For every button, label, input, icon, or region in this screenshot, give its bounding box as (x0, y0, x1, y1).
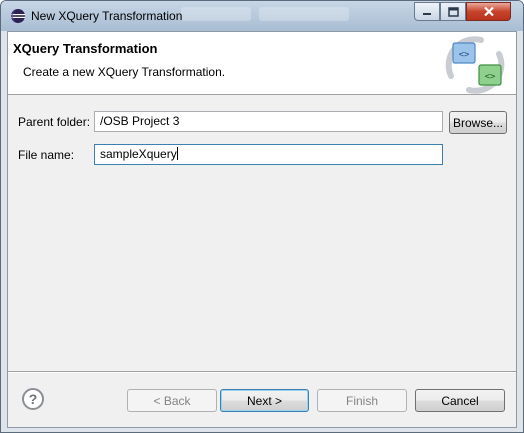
parent-folder-input[interactable]: /OSB Project 3 (94, 111, 443, 132)
back-button[interactable]: < Back (127, 389, 217, 412)
file-name-value: sampleXquery (100, 147, 177, 161)
xquery-transform-icon: <> <> (445, 36, 505, 94)
banner-description: Create a new XQuery Transformation. (23, 65, 226, 79)
title-bar[interactable]: New XQuery Transformation (1, 1, 523, 31)
banner-title: XQuery Transformation (13, 41, 158, 56)
minimize-button[interactable] (414, 2, 440, 21)
dialog-content: XQuery Transformation Create a new XQuer… (7, 31, 517, 428)
wizard-banner: XQuery Transformation Create a new XQuer… (8, 32, 516, 95)
minimize-icon (423, 12, 431, 15)
browse-button[interactable]: Browse... (449, 111, 507, 134)
help-button[interactable]: ? (22, 388, 44, 410)
art-glyph-right: <> (485, 72, 496, 82)
dialog-window: New XQuery Transformation XQuery Transfo… (0, 0, 524, 433)
close-icon (483, 6, 494, 17)
background-tab-ghost (259, 7, 349, 21)
footer-separator (8, 371, 516, 373)
background-tab-ghost (181, 7, 251, 21)
help-icon: ? (28, 391, 38, 407)
finish-button[interactable]: Finish (317, 389, 407, 412)
next-button[interactable]: Next > (220, 389, 309, 412)
close-button[interactable] (466, 2, 511, 21)
maximize-button[interactable] (440, 2, 466, 21)
cancel-button[interactable]: Cancel (415, 389, 505, 412)
file-name-input[interactable]: sampleXquery (94, 144, 443, 165)
parent-folder-label: Parent folder: (18, 115, 91, 129)
eclipse-icon (11, 9, 25, 23)
art-glyph-left: <> (459, 50, 470, 60)
file-name-label: File name: (18, 148, 75, 162)
window-title: New XQuery Transformation (31, 9, 183, 23)
maximize-icon (447, 6, 459, 17)
text-caret (176, 147, 178, 160)
